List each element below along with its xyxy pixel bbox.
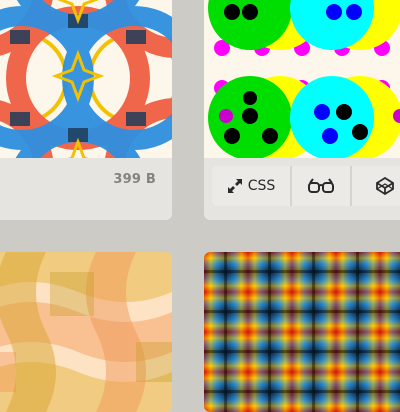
glasses-icon (307, 178, 335, 194)
copy-css-label: CSS (247, 178, 276, 194)
pattern-preview-rings[interactable] (0, 0, 172, 158)
pattern-card-waves[interactable] (0, 252, 172, 412)
file-size-label: 399 B (113, 172, 156, 187)
codepen-cube-icon (376, 177, 394, 195)
pattern-preview-waves[interactable] (0, 252, 172, 412)
pattern-card-polka[interactable]: CSS (204, 0, 400, 220)
codepen-button[interactable] (352, 166, 400, 206)
pattern-preview-plaid[interactable] (204, 252, 400, 412)
copy-css-button[interactable]: CSS (212, 166, 292, 206)
expand-arrows-icon (227, 178, 243, 194)
pattern-card-plaid[interactable] (204, 252, 400, 412)
pattern-card-rings[interactable]: 399 B (0, 0, 172, 220)
card-action-bar: CSS (212, 166, 400, 206)
view-button[interactable] (292, 166, 352, 206)
pattern-preview-polka[interactable] (204, 0, 400, 158)
